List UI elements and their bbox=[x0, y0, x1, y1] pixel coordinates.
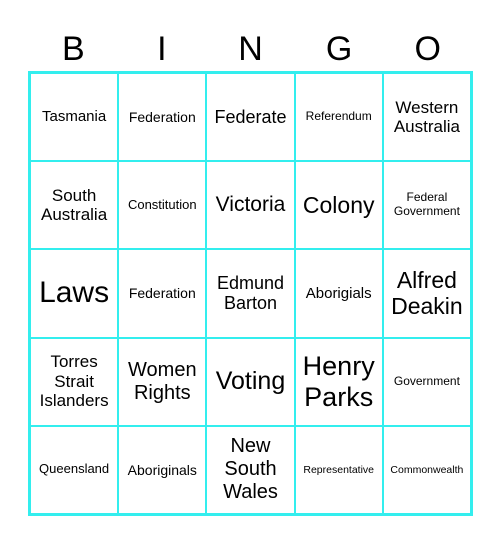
bingo-cell[interactable]: Government bbox=[382, 337, 471, 426]
bingo-cell[interactable]: Henry Parks bbox=[294, 337, 383, 426]
bingo-cell[interactable]: Commonwealth bbox=[382, 425, 471, 514]
bingo-cell[interactable]: Referendum bbox=[294, 73, 383, 162]
bingo-cell[interactable]: New South Wales bbox=[206, 425, 295, 514]
bingo-cell[interactable]: Federation bbox=[118, 73, 207, 162]
header-letter-i: I bbox=[157, 30, 167, 68]
bingo-cell[interactable]: Aborigials bbox=[294, 249, 383, 338]
bingo-header: B I N G O bbox=[29, 28, 472, 70]
bingo-cell[interactable]: Torres Strait Islanders bbox=[30, 337, 119, 426]
bingo-cell[interactable]: Constitution bbox=[118, 161, 207, 250]
bingo-cell[interactable]: Federal Government bbox=[382, 161, 471, 250]
bingo-cell[interactable]: Aboriginals bbox=[118, 425, 207, 514]
bingo-cell[interactable]: Voting bbox=[206, 337, 295, 426]
bingo-cell[interactable]: Women Rights bbox=[118, 337, 207, 426]
header-letter-b: B bbox=[61, 30, 85, 68]
bingo-cell[interactable]: Victoria bbox=[206, 161, 295, 250]
bingo-cell[interactable]: Queensland bbox=[30, 425, 119, 514]
bingo-grid: Tasmania Federation Federate Referendum … bbox=[28, 71, 473, 516]
header-letter-g: G bbox=[325, 30, 353, 68]
header-letter-n: N bbox=[238, 30, 263, 68]
bingo-cell[interactable]: Federate bbox=[206, 73, 295, 162]
header-letter-o: O bbox=[414, 30, 441, 68]
bingo-cell[interactable]: Tasmania bbox=[30, 73, 119, 162]
bingo-cell[interactable]: Representative bbox=[294, 425, 383, 514]
bingo-cell[interactable]: Alfred Deakin bbox=[382, 249, 471, 338]
bingo-cell[interactable]: Laws bbox=[30, 249, 119, 338]
bingo-cell[interactable]: Federation bbox=[118, 249, 207, 338]
bingo-cell[interactable]: Edmund Barton bbox=[206, 249, 295, 338]
bingo-cell[interactable]: Colony bbox=[294, 161, 383, 250]
bingo-cell[interactable]: South Australia bbox=[30, 161, 119, 250]
bingo-cell[interactable]: Western Australia bbox=[382, 73, 471, 162]
